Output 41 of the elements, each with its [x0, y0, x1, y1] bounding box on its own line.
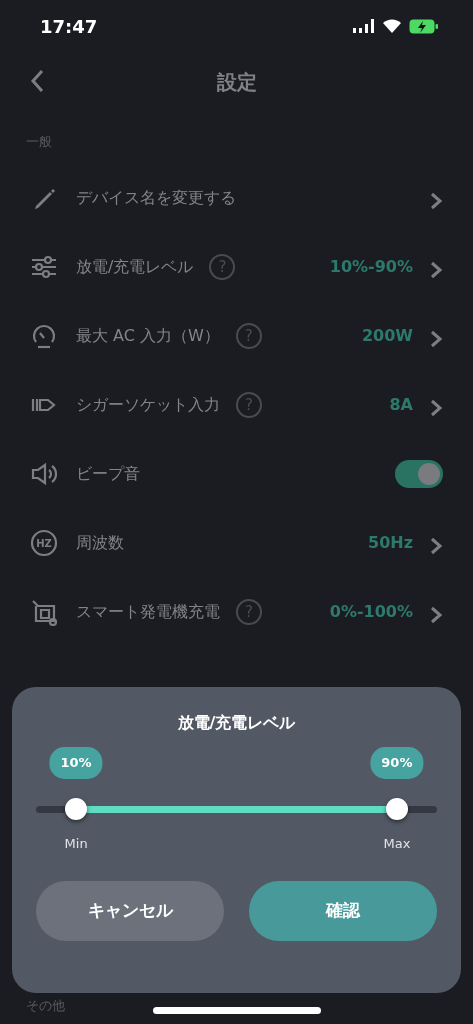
- settings-row[interactable]: スマート発電機充電 ? 0%-100%: [0, 577, 473, 647]
- row-label: シガーソケット入力: [76, 394, 220, 416]
- row-value: 0%-100%: [329, 601, 413, 623]
- row-value: 8A: [389, 394, 413, 416]
- value-badge: 10%: [49, 747, 103, 779]
- speaker-icon: [30, 460, 58, 488]
- settings-row[interactable]: HZ 周波数 50Hz: [0, 508, 473, 578]
- generator-icon: [30, 598, 58, 626]
- row-label: ビープ音: [76, 463, 140, 485]
- cancel-button[interactable]: キャンセル: [36, 881, 224, 941]
- row-label: 周波数: [76, 532, 124, 554]
- slider-caption: Min: [64, 835, 88, 853]
- section-header: その他: [26, 997, 65, 1015]
- row-label: 放電/充電レベル: [76, 256, 194, 278]
- hz-icon: HZ: [30, 529, 58, 557]
- settings-row[interactable]: 最大 AC 入力（W） ? 200W: [0, 301, 473, 371]
- sheet-title: 放電/充電レベル: [176, 712, 297, 734]
- settings-row[interactable]: ビープ音: [0, 439, 473, 509]
- row-label: スマート発電機充電: [76, 601, 220, 623]
- page-title: 設定: [216, 69, 257, 96]
- gauge-icon: [30, 322, 58, 350]
- settings-row[interactable]: シガーソケット入力 ? 8A: [0, 370, 473, 440]
- status-time: 17:47: [40, 14, 98, 39]
- toggle-switch[interactable]: [395, 460, 443, 488]
- back-button[interactable]: [30, 68, 44, 93]
- settings-row[interactable]: デバイス名を変更する: [0, 163, 473, 233]
- row-label: デバイス名を変更する: [76, 187, 236, 209]
- slider-caption: Max: [383, 835, 411, 853]
- row-value: 50Hz: [368, 532, 413, 554]
- slider-thumb[interactable]: [385, 798, 408, 820]
- sliders-icon: [30, 253, 58, 281]
- battery-icon: [409, 18, 439, 34]
- wifi-icon: [383, 19, 401, 33]
- slider-thumb[interactable]: [65, 798, 88, 820]
- signal-icon: [353, 19, 375, 33]
- row-value: 10%-90%: [329, 256, 413, 278]
- confirm-button[interactable]: 確認: [249, 881, 437, 941]
- row-label: 最大 AC 入力（W）: [76, 325, 220, 347]
- value-badge: 90%: [370, 747, 424, 779]
- row-value: 200W: [361, 325, 413, 347]
- settings-row[interactable]: 放電/充電レベル ? 10%-90%: [0, 232, 473, 302]
